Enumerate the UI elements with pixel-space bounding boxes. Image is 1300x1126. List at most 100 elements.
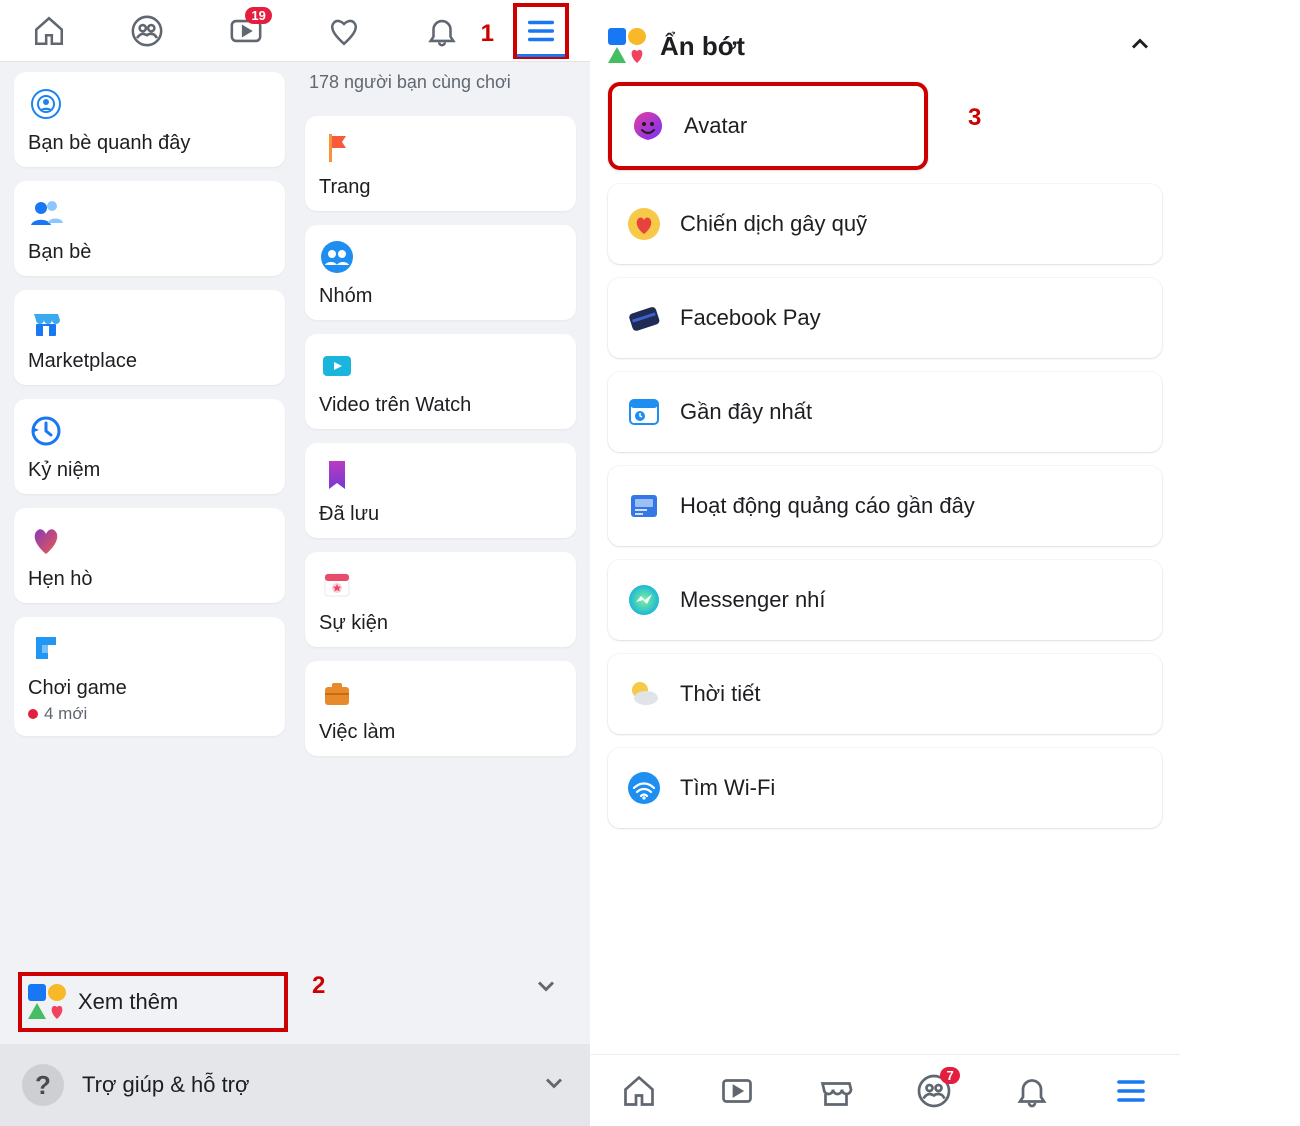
tile-label: Gần đây nhất [680,399,812,425]
hide-less-row[interactable]: Ẩn bớt [590,0,1180,82]
tile-facebook-pay[interactable]: Facebook Pay [608,278,1162,358]
tile-jobs[interactable]: Việc làm [305,661,576,756]
tile-dating[interactable]: Hẹn hò [14,508,285,603]
tile-find-wifi[interactable]: Tìm Wi-Fi [608,748,1162,828]
tile-recent[interactable]: Gần đây nhất [608,372,1162,452]
tile-label: Sự kiện [319,612,564,635]
active-tab-indicator [517,54,565,57]
see-more-row[interactable]: Xem thêm [18,972,288,1032]
chevron-down-icon [540,1069,568,1102]
tile-friends[interactable]: Bạn bè [14,181,285,276]
fundraiser-icon [626,206,662,242]
new-dot-icon [28,709,38,719]
events-icon [319,566,355,602]
nav-groups[interactable] [119,3,175,59]
tile-label: Video trên Watch [319,394,564,417]
marketplace-icon [818,1073,854,1109]
tile-label: Nhóm [319,285,564,308]
help-icon: ? [22,1064,64,1106]
tile-label: Chiến dịch gây quỹ [680,211,867,237]
tile-label: Hoạt động quảng cáo gần đây [680,493,975,519]
shortcuts-icon [28,984,64,1020]
heart-icon [327,14,361,48]
annotation-2: 2 [312,972,325,1000]
nav-dating[interactable] [316,3,372,59]
bottom-navigation: 7 [590,1054,1180,1126]
tile-nearby-friends[interactable]: Bạn bè quanh đây [14,72,285,167]
nav-home[interactable] [21,3,77,59]
hamburger-icon [524,14,558,48]
tile-fundraiser[interactable]: Chiến dịch gây quỹ [608,184,1162,264]
tile-messenger-kids[interactable]: Messenger nhí [608,560,1162,640]
tile-label: Bạn bè quanh đây [28,132,273,155]
home-icon [32,14,66,48]
pay-icon [626,300,662,336]
saved-icon [319,457,355,493]
left-screenshot: 19 1 Bạn bè quanh đây [0,0,590,1126]
nav-home[interactable] [611,1063,667,1119]
tile-label: Hẹn hò [28,568,273,591]
gaming-icon [28,631,64,667]
flag-icon [319,130,355,166]
nav-watch[interactable]: 19 [218,3,274,59]
messenger-kids-icon [626,582,662,618]
tile-ad-activity[interactable]: Hoạt động quảng cáo gần đây [608,466,1162,546]
tile-gaming[interactable]: Chơi game 4 mới [14,617,285,736]
tile-memories[interactable]: Kỷ niệm [14,399,285,494]
hide-less-label: Ẩn bớt [660,31,745,62]
dating-icon [28,522,64,558]
right-screenshot: Ẩn bớt Avatar 3 Chiến dịch gây quỹ [590,0,1180,1126]
tile-weather[interactable]: Thời tiết [608,654,1162,734]
wifi-icon [626,770,662,806]
tile-label: Marketplace [28,350,273,373]
tile-label: Chơi game [28,677,273,700]
ads-icon [626,488,662,524]
empty-gutter [1180,0,1300,1126]
recent-icon [626,394,662,430]
tile-subtext: 4 mới [28,704,273,724]
menu-grid: Bạn bè quanh đây Bạn bè Marketplace [0,62,590,954]
marketplace-icon [28,304,64,340]
help-label: Trợ giúp & hỗ trợ [82,1072,249,1098]
tile-label: Facebook Pay [680,305,821,331]
tile-label: Avatar [684,113,747,139]
right-list: Avatar 3 Chiến dịch gây quỹ Facebook Pay… [590,82,1180,1054]
tile-avatar[interactable]: Avatar [608,82,928,170]
gaming-subline: 178 người bạn cùng chơi [309,72,576,94]
nav-notifications[interactable] [414,3,470,59]
tile-pages[interactable]: Trang [305,116,576,211]
hamburger-icon [1113,1073,1149,1109]
top-navigation: 19 1 [0,0,590,62]
tile-groups[interactable]: Nhóm [305,225,576,320]
watch-badge: 19 [245,7,271,24]
tile-label: Tìm Wi-Fi [680,775,775,801]
tile-label: Trang [319,176,564,199]
tile-saved[interactable]: Đã lưu [305,443,576,538]
groups-icon [130,14,164,48]
groups-badge: 7 [940,1067,960,1084]
home-icon [621,1073,657,1109]
tile-label: Việc làm [319,721,564,744]
annotation-1: 1 [481,20,494,48]
memories-icon [28,413,64,449]
nav-menu[interactable] [513,3,569,59]
jobs-icon [319,675,355,711]
tile-label: Thời tiết [680,681,760,707]
help-support-row[interactable]: ? Trợ giúp & hỗ trợ [0,1044,590,1126]
tile-marketplace[interactable]: Marketplace [14,290,285,385]
nav-watch[interactable] [709,1063,765,1119]
tile-watch-video[interactable]: Video trên Watch [305,334,576,429]
nav-menu[interactable] [1103,1063,1159,1119]
annotation-3: 3 [968,104,981,132]
tile-label: Messenger nhí [680,587,826,613]
watch-video-icon [319,348,355,384]
bell-icon [425,14,459,48]
nav-groups[interactable]: 7 [906,1063,962,1119]
nav-notifications[interactable] [1004,1063,1060,1119]
watch-icon [719,1073,755,1109]
chevron-up-icon [1126,30,1154,63]
avatar-icon [630,108,666,144]
tile-events[interactable]: Sự kiện [305,552,576,647]
nav-marketplace[interactable] [808,1063,864,1119]
see-more-label: Xem thêm [78,989,178,1015]
